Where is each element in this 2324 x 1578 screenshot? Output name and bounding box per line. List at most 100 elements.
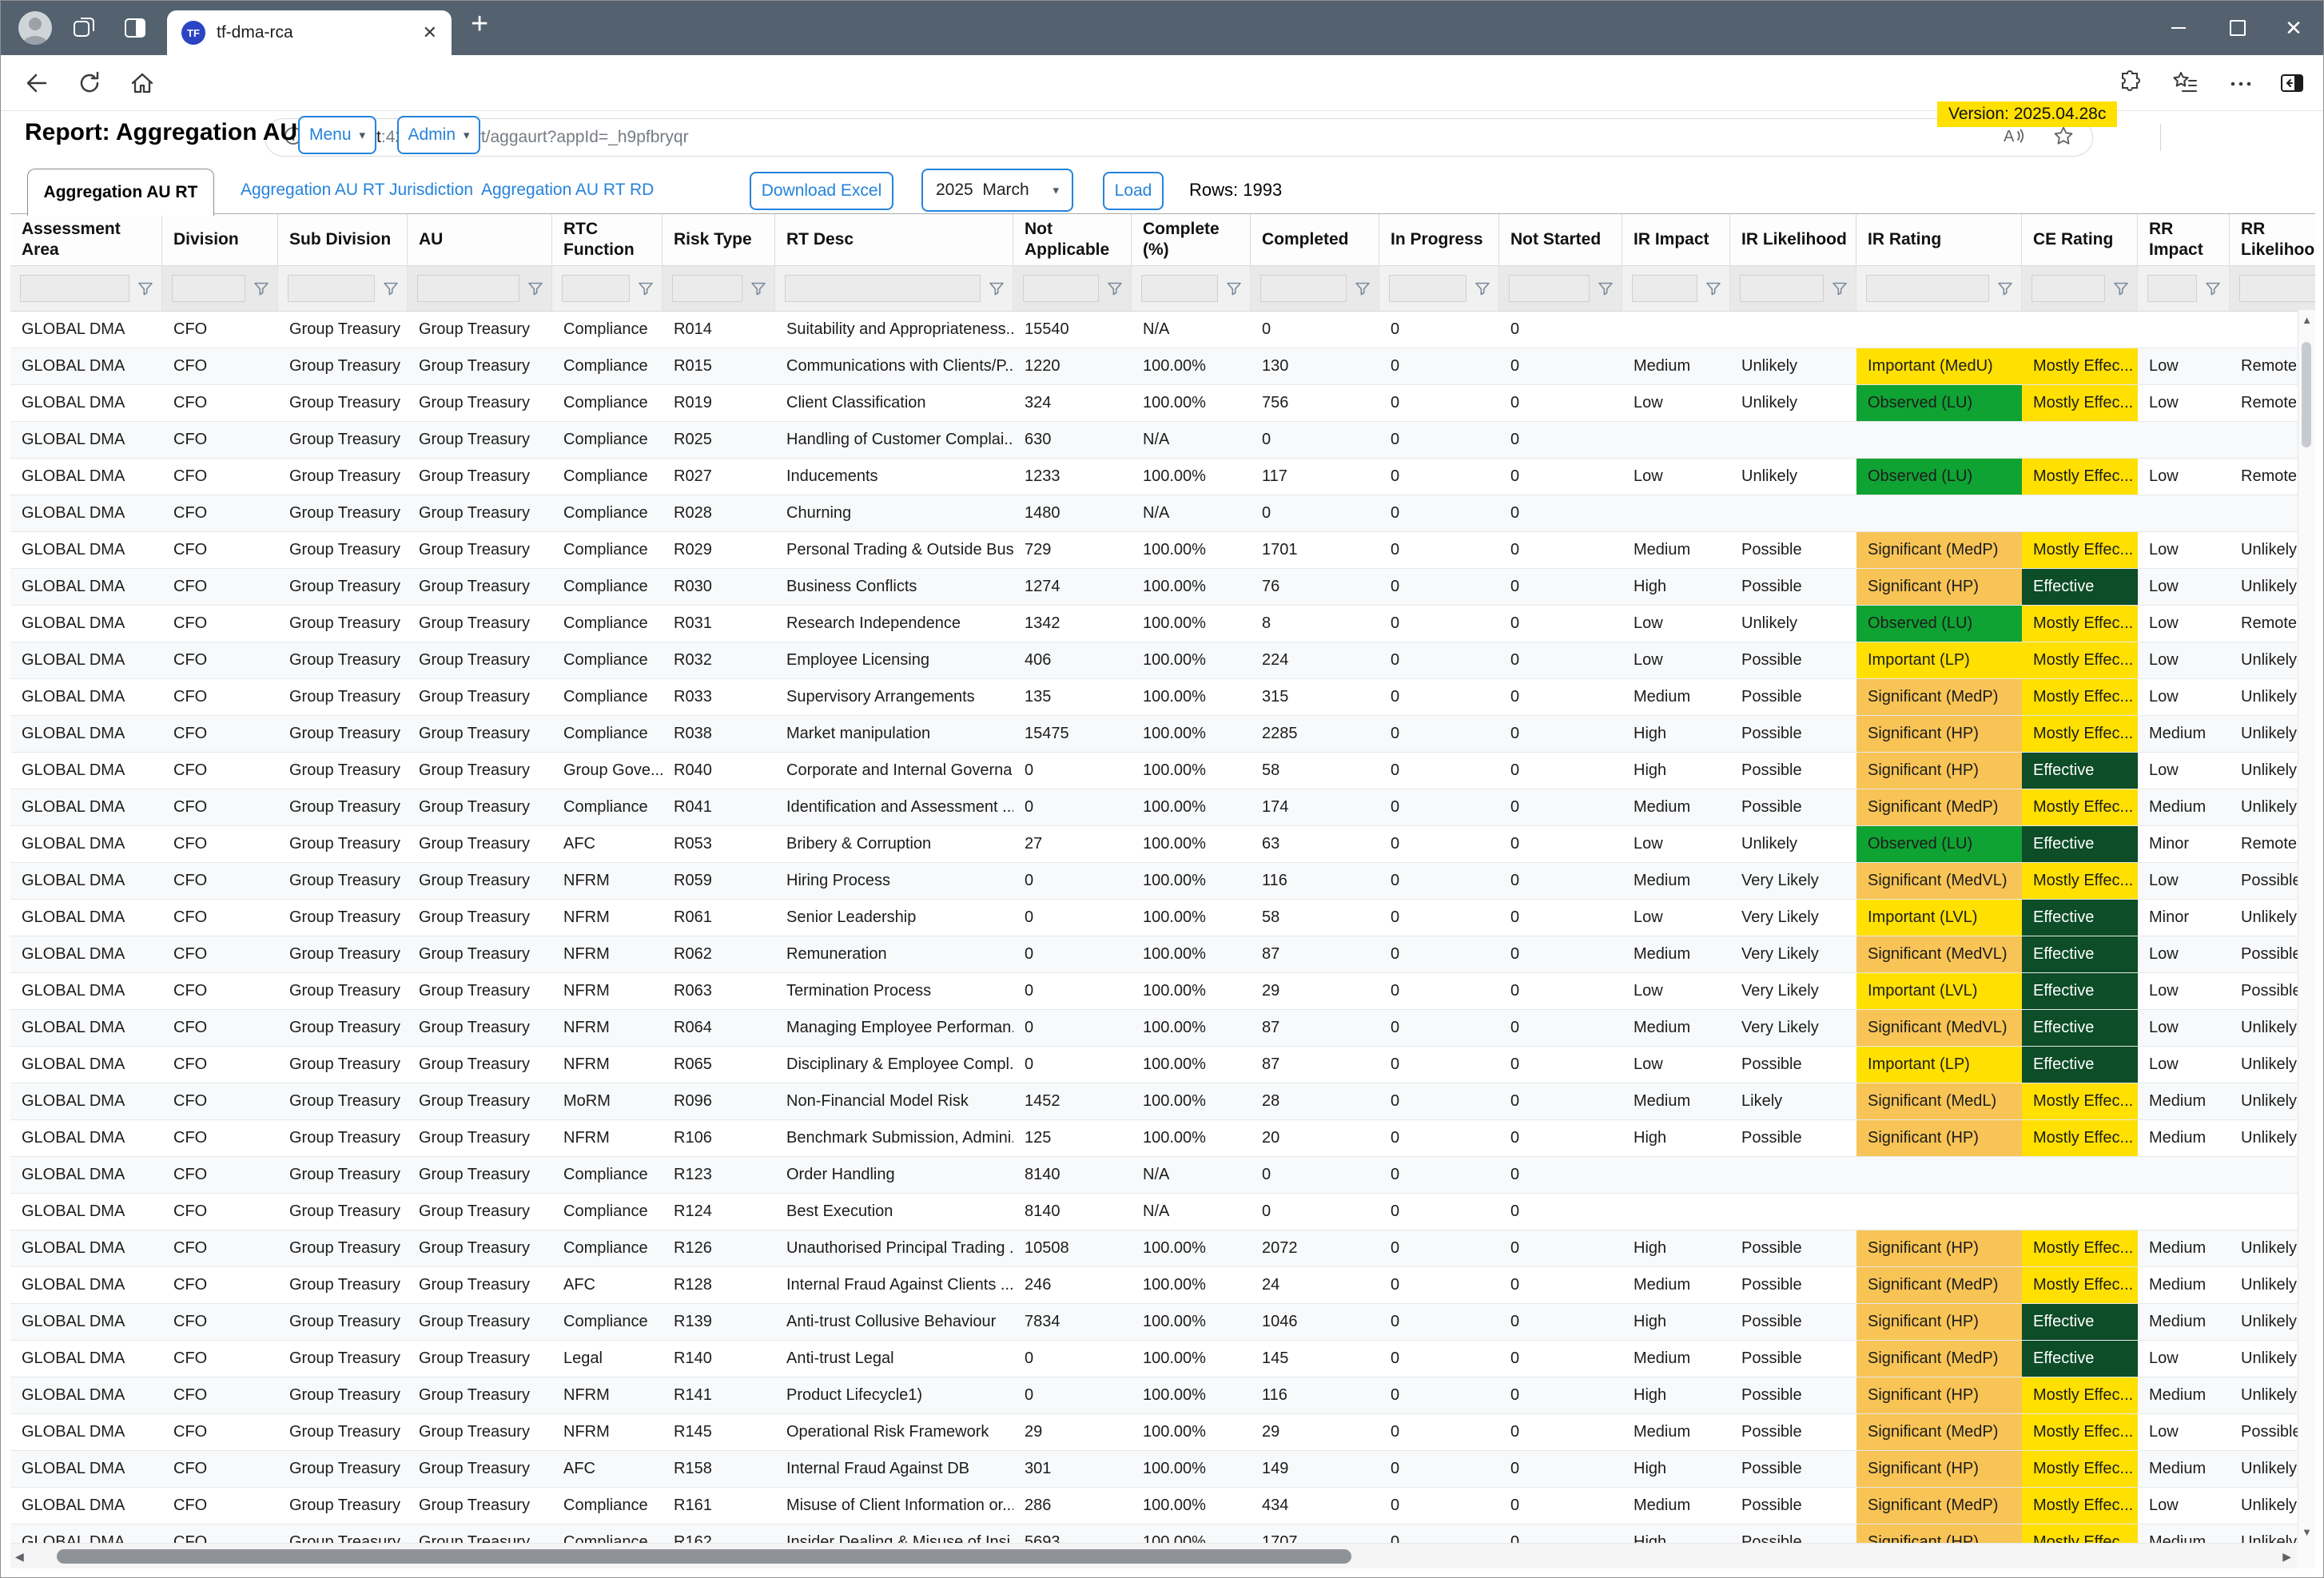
filter-funnel-icon[interactable] [1353,279,1372,298]
column-header-au[interactable]: AU [408,214,552,265]
cell-cer: Mostly Effec... [2022,679,2138,715]
refresh-icon[interactable] [76,70,103,97]
filter-input-iri[interactable] [1632,275,1697,302]
filter-input-rtc[interactable] [562,275,630,302]
tab-aggregation-au-rt-jurisdiction[interactable]: Aggregation AU RT Jurisdiction [241,181,473,200]
cell-iri: Medium [1622,789,1730,825]
cell-cer [2022,1157,2138,1193]
filter-input-ns[interactable] [1509,275,1590,302]
column-header-done[interactable]: Completed [1251,214,1379,265]
filter-funnel-icon[interactable] [381,279,400,298]
column-header-na[interactable]: Not Applicable [1013,214,1132,265]
scroll-down-icon[interactable]: ▼ [2298,1524,2315,1541]
more-menu-icon[interactable] [2227,74,2254,101]
favorites-bar-icon[interactable] [2171,70,2199,97]
cell-aa: GLOBAL DMA [10,936,162,972]
period-select[interactable]: 2025 March ▾ [921,169,1073,212]
filter-input-done[interactable] [1260,275,1347,302]
cell-done: 1046 [1251,1304,1379,1340]
workspaces-icon[interactable] [71,15,97,41]
cell-aa: GLOBAL DMA [10,900,162,936]
filter-funnel-icon[interactable] [2203,279,2223,298]
table-row: GLOBAL DMACFOGroup TreasuryGroup Treasur… [10,1267,2315,1304]
tab-preview-icon[interactable] [122,15,148,41]
filter-funnel-icon[interactable] [1704,279,1723,298]
filter-input-rrl[interactable] [2239,275,2315,302]
extensions-icon[interactable] [2117,70,2144,97]
column-header-pct[interactable]: Complete (%) [1132,214,1251,265]
column-header-irl[interactable]: IR Likelihood [1730,214,1856,265]
window-minimize-button[interactable] [2160,1,2197,55]
column-header-desc[interactable]: RT Desc [775,214,1013,265]
filter-input-rri[interactable] [2147,275,2197,302]
filter-funnel-icon[interactable] [749,279,768,298]
filter-funnel-icon[interactable] [1830,279,1849,298]
filter-funnel-icon[interactable] [1105,279,1124,298]
cell-cer: Mostly Effec... [2022,1377,2138,1413]
download-excel-button[interactable]: Download Excel [750,172,893,210]
vertical-scrollbar[interactable]: ▲ ▼ [2298,310,2315,1543]
filter-input-na[interactable] [1023,275,1099,302]
address-bar[interactable]: localhost:4200/#/report/aggaurt?appId=_h… [265,118,2093,157]
horizontal-scrollbar-thumb[interactable] [57,1549,1351,1564]
close-tab-icon[interactable]: ✕ [423,22,437,43]
tab-aggregation-au-rt-rd[interactable]: Aggregation AU RT RD [481,181,654,200]
filter-funnel-icon[interactable] [636,279,655,298]
vertical-scrollbar-thumb[interactable] [2302,342,2311,447]
cell-au: Group Treasury [408,753,552,789]
scroll-up-icon[interactable]: ▲ [2298,312,2315,329]
column-header-rtc[interactable]: RTC Function [552,214,663,265]
window-close-button[interactable]: ✕ [2275,1,2312,55]
filter-input-div[interactable] [172,275,245,302]
filter-funnel-icon[interactable] [1596,279,1615,298]
filter-funnel-icon[interactable] [252,279,271,298]
column-header-irr[interactable]: IR Rating [1856,214,2022,265]
tab-aggregation-au-rt[interactable]: Aggregation AU RT [27,169,214,216]
filter-input-prog[interactable] [1389,275,1466,302]
column-header-sub[interactable]: Sub Division [278,214,408,265]
filter-funnel-icon[interactable] [526,279,545,298]
column-header-aa[interactable]: Assessment Area [10,214,162,265]
column-header-prog[interactable]: In Progress [1379,214,1499,265]
filter-funnel-icon[interactable] [987,279,1006,298]
scroll-right-icon[interactable]: ▶ [2282,1550,2291,1564]
column-header-rt[interactable]: Risk Type [663,214,775,265]
browser-tab[interactable]: TF tf-dma-rca ✕ [167,10,452,55]
cell-rtc: Compliance [552,569,663,605]
url-text[interactable]: localhost:4200/#/report/aggaurt?appId=_h… [315,128,2001,147]
filter-input-irl[interactable] [1740,275,1824,302]
column-header-div[interactable]: Division [162,214,278,265]
filter-funnel-icon[interactable] [1473,279,1492,298]
filter-input-aa[interactable] [20,275,129,302]
admin-button[interactable]: Admin▾ [397,116,480,154]
profile-avatar[interactable] [18,11,52,45]
filter-input-irr[interactable] [1866,275,1989,302]
filter-funnel-icon[interactable] [136,279,155,298]
cell-rri [2138,1194,2230,1230]
filter-input-rt[interactable] [672,275,742,302]
menu-button[interactable]: Menu▾ [298,116,376,154]
column-header-cer[interactable]: CE Rating [2022,214,2138,265]
filter-funnel-icon[interactable] [1996,279,2015,298]
horizontal-scrollbar[interactable]: ◀ ▶ [10,1543,2298,1568]
scroll-left-icon[interactable]: ◀ [15,1550,24,1564]
column-header-iri[interactable]: IR Impact [1622,214,1730,265]
column-header-rri[interactable]: RR Impact [2138,214,2230,265]
column-header-rrl[interactable]: RR Likelihood [2230,214,2315,265]
filter-input-au[interactable] [417,275,519,302]
read-aloud-icon[interactable]: A [2001,124,2025,152]
load-button[interactable]: Load [1103,172,1164,210]
filter-input-desc[interactable] [785,275,981,302]
filter-input-pct[interactable] [1141,275,1218,302]
home-icon[interactable] [129,70,156,97]
sidebar-panel-icon[interactable] [2278,70,2306,97]
filter-funnel-icon[interactable] [1224,279,1244,298]
back-icon[interactable] [23,70,50,97]
column-header-ns[interactable]: Not Started [1499,214,1622,265]
window-maximize-button[interactable] [2219,1,2256,55]
filter-input-cer[interactable] [2032,275,2105,302]
filter-input-sub[interactable] [288,275,375,302]
favorite-star-icon[interactable] [2052,125,2075,151]
filter-funnel-icon[interactable] [2111,279,2131,298]
new-tab-button[interactable]: + [471,7,488,42]
